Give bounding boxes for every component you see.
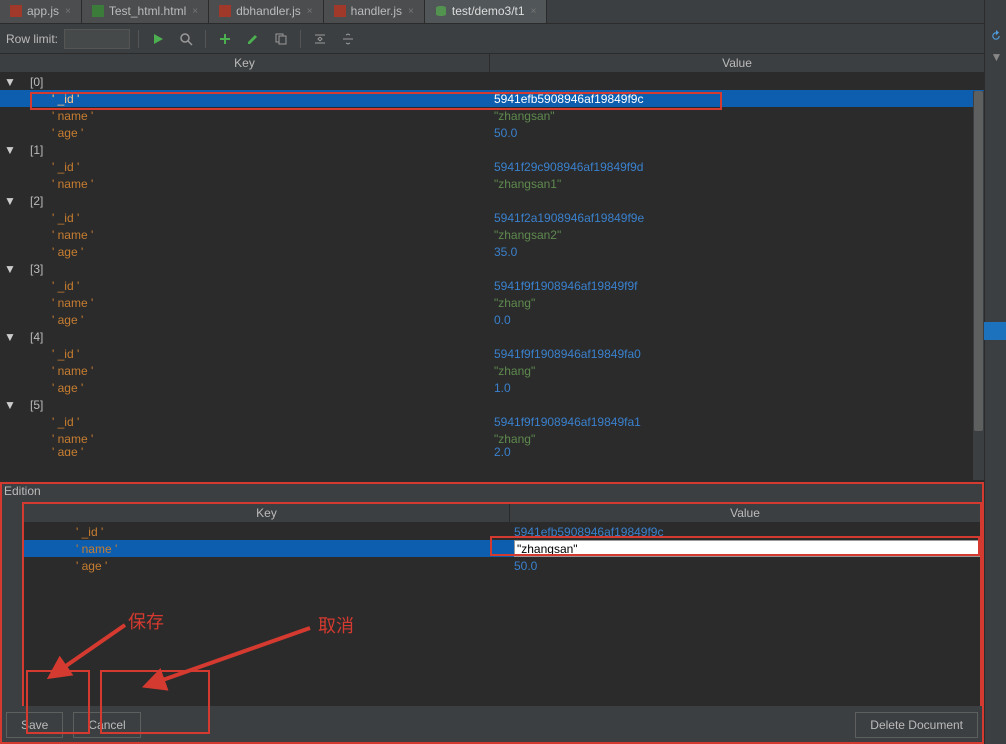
data-row[interactable]: ' age '0.0 <box>0 311 984 328</box>
run-icon[interactable] <box>147 28 169 50</box>
data-row[interactable]: ' _id '5941f29c908946af19849f9d <box>0 158 984 175</box>
data-row[interactable]: ' name '"zhang" <box>0 362 984 379</box>
edition-value-header[interactable]: Value <box>510 504 980 522</box>
edition-label: Edition <box>0 482 984 500</box>
record-header[interactable]: ▼[4] <box>0 328 984 345</box>
tab-dbhandler-js[interactable]: dbhandler.js× <box>209 0 324 23</box>
data-row[interactable]: ' name '"zhangsan" <box>0 107 984 124</box>
toolbar: Row limit: <box>0 24 1006 54</box>
key-column-header[interactable]: Key <box>0 54 490 72</box>
js-file-icon <box>219 5 231 17</box>
tab-test-html[interactable]: Test_html.html× <box>82 0 209 23</box>
search-icon[interactable] <box>175 28 197 50</box>
close-icon[interactable]: × <box>408 6 414 17</box>
record-header[interactable]: ▼[5] <box>0 396 984 413</box>
expand-icon[interactable] <box>337 28 359 50</box>
data-row[interactable]: ' name '"zhang" <box>0 294 984 311</box>
html-file-icon <box>92 5 104 17</box>
close-icon[interactable]: × <box>192 6 198 17</box>
data-row[interactable]: ' name '"zhang" <box>0 430 984 447</box>
row-limit-input[interactable] <box>64 29 130 49</box>
js-file-icon <box>334 5 346 17</box>
data-row[interactable]: ' _id '5941f9f1908946af19849f9f <box>0 277 984 294</box>
close-icon[interactable]: × <box>307 6 313 17</box>
chevron-down-icon[interactable]: ▼ <box>991 50 1001 60</box>
tab-handler-js[interactable]: handler.js× <box>324 0 425 23</box>
row-limit-label: Row limit: <box>6 32 58 46</box>
edition-row[interactable]: ' _id '5941efb5908946af19849f9c <box>24 523 980 540</box>
js-file-icon <box>10 5 22 17</box>
cancel-button[interactable]: Cancel <box>73 712 140 738</box>
rail-marker <box>984 322 1006 340</box>
edition-row[interactable]: ' name ' <box>24 540 980 557</box>
data-row[interactable]: ' age '1.0 <box>0 379 984 396</box>
expand-triangle-icon[interactable]: ▼ <box>0 194 12 208</box>
expand-triangle-icon[interactable]: ▼ <box>0 75 12 89</box>
edition-panel: Edition Key Value ' _id '5941efb5908946a… <box>0 481 984 744</box>
save-button[interactable]: Save <box>6 712 63 738</box>
right-gutter: ▼ <box>984 0 1006 744</box>
refresh-icon[interactable] <box>990 30 1002 42</box>
expand-triangle-icon[interactable]: ▼ <box>0 398 12 412</box>
data-row[interactable]: ' name '"zhangsan1" <box>0 175 984 192</box>
expand-triangle-icon[interactable]: ▼ <box>0 262 12 276</box>
collapse-icon[interactable] <box>309 28 331 50</box>
scrollbar[interactable] <box>973 91 984 480</box>
copy-icon[interactable] <box>270 28 292 50</box>
data-grid: Key Value ▼[0]' _id '5941efb5908946af198… <box>0 54 984 481</box>
database-icon <box>435 5 447 17</box>
tab-db-collection[interactable]: test/demo3/t1× <box>425 0 548 23</box>
edition-row[interactable]: ' age '50.0 <box>24 557 980 574</box>
record-header[interactable]: ▼[3] <box>0 260 984 277</box>
expand-triangle-icon[interactable]: ▼ <box>0 143 12 157</box>
editor-tabs: app.js× Test_html.html× dbhandler.js× ha… <box>0 0 1006 24</box>
edition-value-input[interactable] <box>514 540 980 557</box>
data-row[interactable]: ' age '35.0 <box>0 243 984 260</box>
data-row[interactable]: ' _id '5941f9f1908946af19849fa0 <box>0 345 984 362</box>
edit-icon[interactable] <box>242 28 264 50</box>
close-icon[interactable]: × <box>531 6 537 17</box>
data-row[interactable]: ' _id '5941f2a1908946af19849f9e <box>0 209 984 226</box>
data-row[interactable]: ' name '"zhangsan2" <box>0 226 984 243</box>
value-column-header[interactable]: Value <box>490 54 984 72</box>
edition-key-header[interactable]: Key <box>24 504 510 522</box>
data-row[interactable]: ' age '50.0 <box>0 124 984 141</box>
data-row[interactable]: ' _id '5941efb5908946af19849f9c <box>0 90 984 107</box>
add-icon[interactable] <box>214 28 236 50</box>
record-header[interactable]: ▼[0] <box>0 73 984 90</box>
record-header[interactable]: ▼[1] <box>0 141 984 158</box>
tab-app-js[interactable]: app.js× <box>0 0 82 23</box>
data-row[interactable]: ' age '2.0 <box>0 447 984 456</box>
close-icon[interactable]: × <box>65 6 71 17</box>
delete-document-button[interactable]: Delete Document <box>855 712 978 738</box>
data-row[interactable]: ' _id '5941f9f1908946af19849fa1 <box>0 413 984 430</box>
expand-triangle-icon[interactable]: ▼ <box>0 330 12 344</box>
record-header[interactable]: ▼[2] <box>0 192 984 209</box>
